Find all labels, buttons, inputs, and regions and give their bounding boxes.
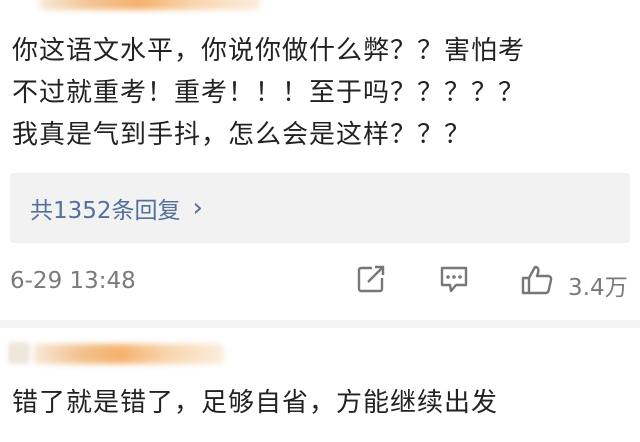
comment-icon[interactable] xyxy=(438,264,470,298)
comment-text-1: 你这语文水平，你说你做什么弊？？害怕考 不过就重考！重考！！！至于吗？？？？？ … xyxy=(12,36,526,150)
share-icon[interactable] xyxy=(356,264,386,298)
blurred-username-top[interactable] xyxy=(40,0,260,10)
reply-count-link[interactable]: 共1352条回复 › xyxy=(30,191,203,225)
blurred-username-2[interactable] xyxy=(34,344,224,364)
reply-box[interactable]: 共1352条回复 › xyxy=(10,173,630,243)
comment-text-2: 错了就是错了，足够自省，方能继续出发 xyxy=(12,388,499,418)
reply-count-label: 共1352条回复 xyxy=(30,198,181,224)
like-icon[interactable] xyxy=(520,264,554,300)
comment-divider xyxy=(0,320,640,328)
chevron-right-icon: › xyxy=(192,193,203,223)
blurred-avatar[interactable] xyxy=(8,342,30,364)
comment-actions-row: 6-29 13:48 3.4万 xyxy=(0,258,640,308)
timestamp: 6-29 13:48 xyxy=(10,268,136,294)
like-count: 3.4万 xyxy=(568,275,628,301)
